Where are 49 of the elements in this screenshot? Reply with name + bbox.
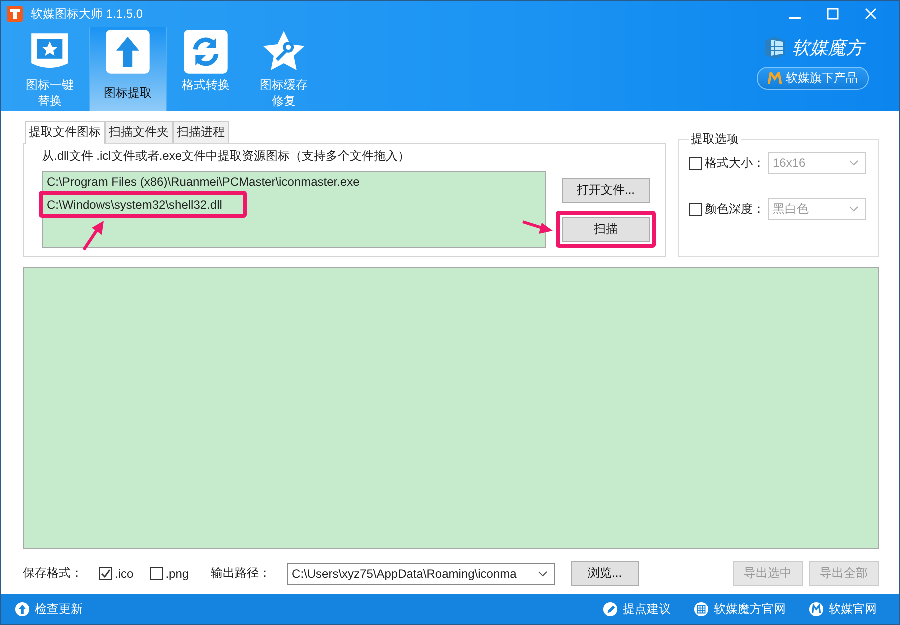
toolbar-tab[interactable]: 图标一键替换 [11,27,89,111]
checkbox[interactable] [150,567,163,580]
checkbox[interactable] [99,567,112,580]
cube-logo-icon [762,35,788,61]
m-logo-icon [809,602,824,616]
app-logo-icon [7,6,23,22]
m-logo-icon [768,72,782,85]
brand-name: 软媒魔方 [792,37,864,60]
scan-button[interactable]: 扫描 [562,217,650,242]
options-title: 提取选项 [690,131,740,148]
dropdown[interactable]: 黑白色 [768,198,866,220]
toolbar-tab[interactable]: 图标提取 [89,27,167,111]
pointer-arrow [81,220,107,252]
window-title: 软媒图标大师 1.1.5.0 [31,6,144,22]
check-update-link[interactable]: 检查更新 [35,600,83,618]
website-link[interactable]: 软媒官网 [829,600,877,618]
pointer-arrow [522,219,554,235]
tab[interactable]: 扫描文件夹 [105,121,173,144]
toolbar-tab[interactable]: 格式转换 [167,27,245,111]
website-link[interactable]: 提点建议 [623,600,671,618]
checkbox[interactable] [689,202,702,216]
browse-button[interactable]: 浏览... [571,561,640,586]
grid-icon [694,602,709,616]
chevron-down-icon [538,570,548,576]
open-file-button[interactable]: 打开文件... [562,178,650,203]
website-link[interactable]: 软媒魔方官网 [714,600,786,618]
output-path-dropdown[interactable]: C:\Users\xyz75\AppData\Roaming\iconma [287,562,556,584]
products-button[interactable]: 软媒旗下产品 [757,67,869,90]
checkbox[interactable] [689,156,702,170]
file-path[interactable]: C:\Program Files (x86)\Ruanmei\PCMaster\iconmaster.exe [47,174,360,190]
format-label: .png [166,566,190,580]
chevron-down-icon [849,206,859,212]
close-icon[interactable] [865,8,877,20]
maximize-icon[interactable] [827,8,839,20]
tab[interactable]: 扫描进程 [173,121,229,144]
toolbar-tab[interactable]: 图标缓存修复 [245,27,323,111]
pen-icon [603,602,618,616]
tab[interactable]: 提取文件图标 [25,121,105,144]
file-list[interactable]: C:\Program Files (x86)\Ruanmei\PCMaster\iconmaster.exe C:\Windows\system32\shell32.dll [42,171,546,248]
refresh-icon [183,29,229,75]
chevron-down-icon [849,160,859,166]
save-format-label: 保存格式： [23,565,83,582]
dropdown[interactable]: 16x16 [768,152,866,174]
format-label: .ico [115,566,134,580]
instruction-text: 从.dll文件 .icl文件或者.exe文件中提取资源图标（支持多个文件拖入） [42,148,412,165]
option-label: 格式大小： [705,154,765,172]
output-path-label: 输出路径： [211,565,272,582]
option-label: 颜色深度： [705,200,765,218]
file-path[interactable]: C:\Windows\system32\shell32.dll [47,197,222,213]
